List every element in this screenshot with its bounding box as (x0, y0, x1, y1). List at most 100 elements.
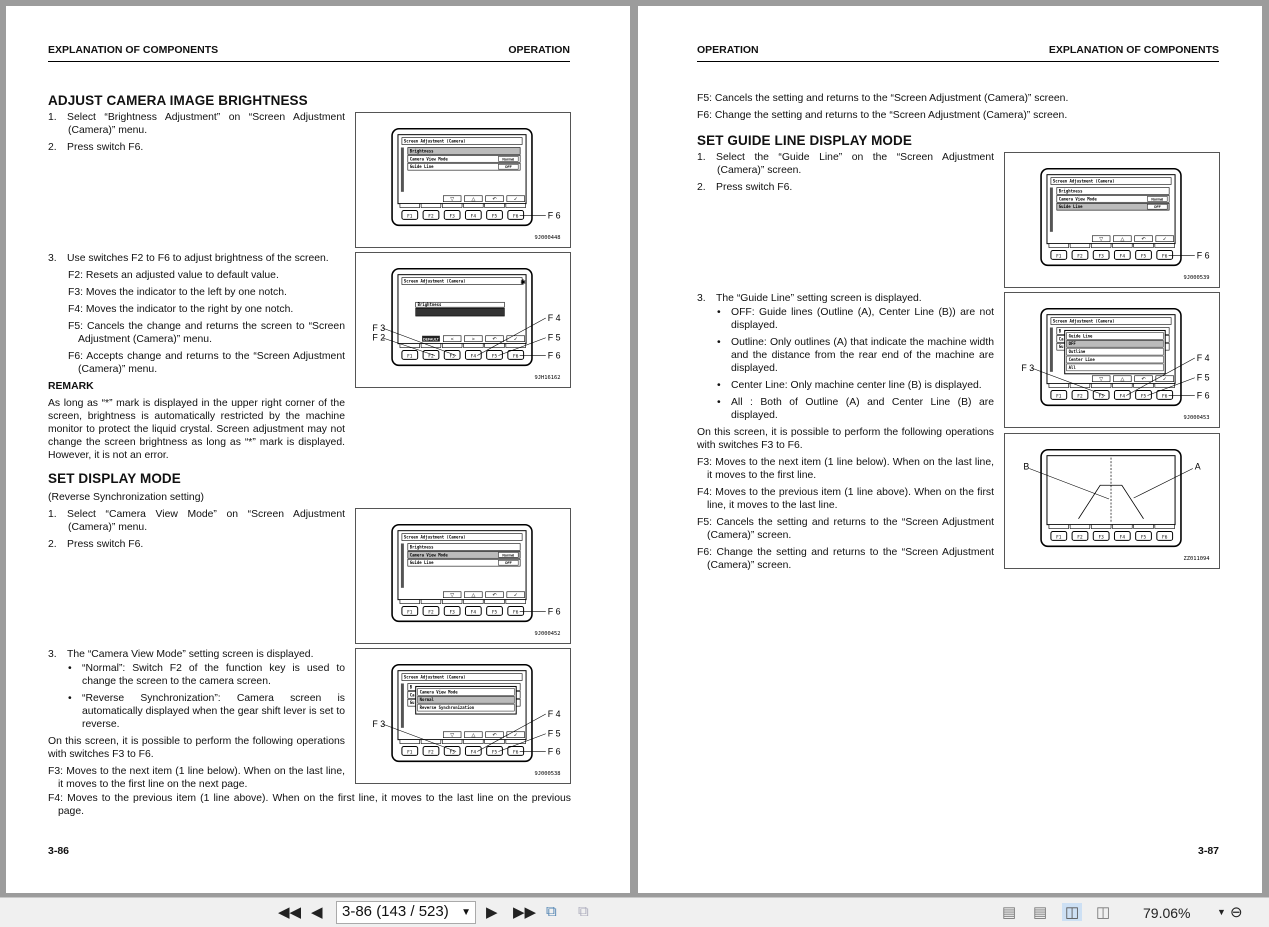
key-indicator (1069, 383, 1091, 388)
menu-row-label: Guide Line (410, 164, 434, 169)
callout-label: F 5 (548, 333, 561, 343)
scrollbar (400, 683, 404, 728)
key-indicator (1112, 524, 1133, 529)
first-page-icon[interactable]: ◀◀ (278, 903, 301, 921)
chevron-down-icon[interactable]: ▼ (461, 907, 471, 918)
step: 2. Press switch F6. (48, 142, 144, 153)
menu-row-value: Normal (1151, 197, 1163, 201)
page-number: 3-86 (48, 845, 70, 857)
callout-label: F 3 (1021, 363, 1034, 373)
menu-row-value: Normal (502, 553, 514, 557)
screen-title: Screen Adjustment (Camera) (404, 139, 466, 144)
header-rule (697, 61, 1219, 62)
function-key-label: F4 (471, 353, 477, 359)
figure-code: 9JH16162 (534, 375, 560, 381)
function-key-label: F4 (471, 213, 477, 219)
monitor-diagram: F1 F2 F3 F4 F5 F6 Screen Adjustment (Camera) Br… (391, 523, 561, 637)
page-selector[interactable]: 3-86 (143 / 523) ▼ (336, 901, 476, 924)
function-key-label: F3 (449, 609, 455, 615)
bullet: “Reverse Synchronization”: Camera screen… (48, 692, 345, 731)
soft-key-glyph: △ (1120, 377, 1124, 383)
function-key-label: F4 (1120, 534, 1126, 540)
function-key-label: F6 (1162, 253, 1168, 259)
soft-key-glyph: ↶ (492, 197, 496, 203)
figure-camera-view-popup: F1 F2 F3 F4 F5 F6 Screen Adjustment (Camera) B C… (355, 648, 571, 784)
figure-guide-line-popup: F1 F2 F3 F4 F5 F6 Screen Adjustment (Camera) B C… (1004, 292, 1220, 428)
soft-key-glyph: ✓ (1163, 237, 1167, 243)
function-key-label: F1 (1056, 393, 1062, 399)
screen-title: Screen Adjustment (Camera) (1053, 179, 1115, 184)
last-page-icon[interactable]: ▶▶ (513, 903, 536, 921)
function-key-label: F3 (1098, 253, 1104, 259)
key-indicator (1154, 383, 1175, 388)
key-indicator (1069, 243, 1091, 248)
function-key-label: F2 (1077, 534, 1083, 540)
previous-page-icon[interactable]: ◀ (311, 903, 323, 921)
key-indicator (1048, 383, 1069, 388)
key-desc: F6: Change the setting and returns to th… (697, 110, 1068, 121)
previous-view-icon[interactable]: ⧉ (546, 903, 557, 920)
soft-key-glyph: ▽ (1099, 237, 1103, 243)
key-desc: F6: Change the setting and returns to th… (697, 547, 994, 571)
key-indicator (1069, 524, 1091, 529)
next-view-icon[interactable]: ⧉ (578, 903, 589, 920)
menu-row-label: Camera View Mode (410, 156, 449, 161)
soft-key-glyph: ✓ (514, 337, 518, 343)
callout-label: B (1023, 461, 1029, 471)
figure-code: 9J000448 (534, 235, 560, 241)
menu-row-label: Camera View Mode (410, 552, 449, 557)
step: 1. Select “Camera View Mode” on “Screen … (48, 509, 345, 533)
scrollbar (400, 147, 404, 192)
soft-key-glyph: ✓ (514, 593, 518, 599)
scrollbar (1049, 187, 1053, 232)
function-key-label: F2 (428, 213, 434, 219)
function-key-label: F1 (407, 609, 413, 615)
key-indicator (1112, 243, 1133, 248)
menu-row-label: Gu (410, 700, 415, 705)
continuous-facing-icon[interactable]: ◫ (1096, 903, 1110, 921)
function-key-label: F1 (407, 749, 413, 755)
figure-code: 9J000538 (534, 771, 560, 777)
popup-row-label: Reverse Synchronization (420, 705, 475, 710)
zoom-out-icon[interactable]: ⊖ (1230, 903, 1243, 921)
function-key-label: F6 (513, 213, 519, 219)
key-indicator (463, 343, 484, 348)
key-indicator (442, 203, 463, 208)
zoom-dropdown-icon[interactable]: ▼ (1217, 907, 1226, 917)
next-page-icon[interactable]: ▶ (486, 903, 498, 921)
continuous-icon[interactable]: ▤ (1033, 903, 1047, 921)
running-header-left: OPERATION (697, 44, 759, 56)
zoom-level[interactable]: 79.06% (1143, 905, 1190, 921)
key-indicator (1048, 243, 1069, 248)
key-desc: F5: Cancels the setting and returns to t… (697, 517, 994, 541)
section-title: ADJUST CAMERA IMAGE BRIGHTNESS (48, 93, 308, 108)
brightness-label: Brightness (418, 302, 442, 307)
function-key-label: F5 (492, 609, 498, 615)
function-key-label: F5 (492, 213, 498, 219)
screen-title: Screen Adjustment (Camera) (404, 279, 466, 284)
step: 1. Select “Brightness Adjustment” on “Sc… (48, 112, 345, 136)
facing-pages-icon[interactable]: ◫ (1062, 903, 1083, 921)
soft-key-glyph: ↶ (1141, 377, 1145, 383)
key-indicator (505, 203, 526, 208)
function-key-label: F2 (1077, 393, 1083, 399)
popup-row-label: Center Line (1069, 357, 1096, 362)
callout-label: F 2 (372, 333, 385, 343)
menu-row-label: Gu (1059, 344, 1064, 349)
key-desc: F3: Moves to the next item (1 line below… (48, 766, 345, 790)
ops-text: On this screen, it is possible to perfor… (48, 736, 345, 760)
page-field[interactable]: 3-86 (143 / 523) (342, 903, 449, 920)
soft-key-glyph: ↶ (492, 337, 496, 343)
bullet: Outline: Only outlines (A) that indicate… (697, 336, 994, 375)
key-indicator (1154, 243, 1175, 248)
key-indicator (505, 599, 526, 604)
single-page-icon[interactable]: ▤ (1002, 903, 1016, 921)
key-indicator (442, 343, 463, 348)
step: 3. Use switches F2 to F6 to adjust brigh… (48, 253, 329, 264)
callout-label: F 4 (548, 709, 561, 719)
soft-key-glyph: ▽ (1099, 377, 1103, 383)
soft-key-glyph: ▽ (450, 197, 454, 203)
key-desc: F2: Resets an adjusted value to default … (68, 270, 279, 281)
callout-label: F 6 (548, 606, 561, 616)
callout-label: F 4 (548, 313, 561, 323)
